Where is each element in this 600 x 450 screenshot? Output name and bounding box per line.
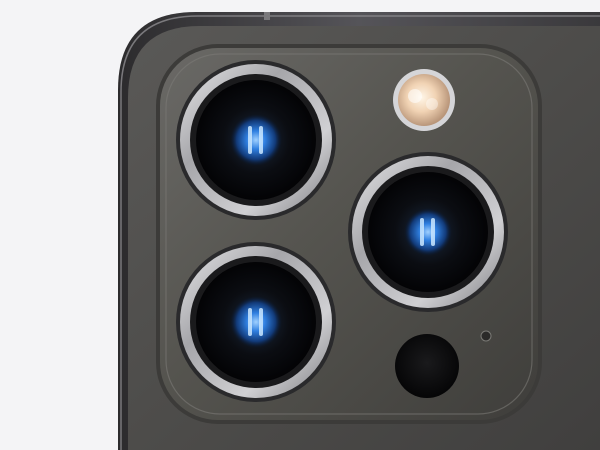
microphone-hole	[480, 330, 492, 342]
ultra-wide-lens	[176, 242, 336, 402]
photo-scene	[0, 0, 600, 450]
antenna-band	[264, 12, 270, 20]
telephoto-lens	[348, 152, 508, 312]
flash-icon	[393, 69, 455, 131]
wide-lens	[176, 60, 336, 220]
lidar-scanner	[395, 334, 459, 398]
phone-illustration	[118, 12, 600, 450]
